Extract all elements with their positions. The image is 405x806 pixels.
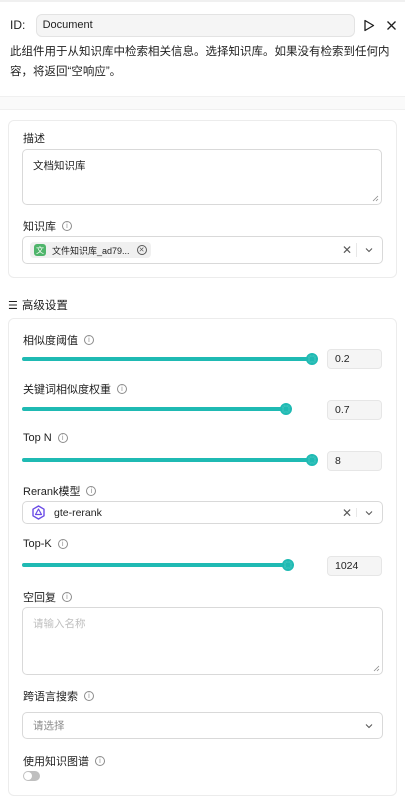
similarity-slider[interactable] xyxy=(22,353,318,365)
kb-tag: 文 文件知识库_ad79... ✕ xyxy=(30,242,151,258)
kb-select[interactable]: 文 文件知识库_ad79... ✕ ✕ xyxy=(22,236,383,264)
slider-track xyxy=(22,357,312,361)
info-icon[interactable]: i xyxy=(62,592,72,602)
slider-handle[interactable] xyxy=(280,403,292,415)
chevron-down-icon[interactable] xyxy=(364,245,374,255)
slider-handle[interactable] xyxy=(282,559,294,571)
close-icon[interactable] xyxy=(382,16,400,34)
chevron-down-icon[interactable] xyxy=(364,721,374,731)
desc-textarea-value: 文档知识库 xyxy=(33,160,86,172)
knowledge-graph-toggle[interactable] xyxy=(23,771,40,781)
select-divider xyxy=(356,508,357,517)
keyword-weight-slider[interactable] xyxy=(22,403,292,415)
info-icon[interactable]: i xyxy=(86,486,97,496)
slider-track xyxy=(22,458,312,462)
topn-input[interactable]: 8 xyxy=(327,451,382,471)
similarity-input[interactable]: 0.2 xyxy=(327,349,382,369)
info-icon[interactable]: i xyxy=(57,433,68,443)
component-description: 此组件用于从知识库中检索相关信息。选择知识库。如果没有检索到任何内容，将返回“空… xyxy=(10,46,390,78)
kb-label: 知识库 i xyxy=(23,218,72,234)
top-divider xyxy=(0,0,405,2)
clear-icon[interactable]: ✕ xyxy=(342,506,352,520)
slider-track xyxy=(22,563,288,567)
advanced-settings-title[interactable]: ☰ 高级设置 xyxy=(8,297,68,313)
cross-language-label: 跨语言搜索 i xyxy=(23,688,94,704)
select-divider xyxy=(356,243,357,257)
desc-label: 描述 xyxy=(23,133,45,145)
kb-tag-label: 文件知识库_ad79... xyxy=(52,245,130,256)
empty-response-textarea[interactable]: 请输入名称 xyxy=(22,607,383,675)
knowledge-graph-label: 使用知识图谱 i xyxy=(23,753,105,769)
info-icon[interactable]: i xyxy=(117,384,127,394)
slider-handle[interactable] xyxy=(306,353,318,365)
resize-grip-icon[interactable] xyxy=(373,665,380,672)
rerank-select[interactable]: gte-rerank ✕ xyxy=(22,501,383,524)
topk-slider[interactable] xyxy=(22,559,294,571)
keyword-weight-label: 关键词相似度权重 i xyxy=(23,381,127,397)
tag-remove-icon[interactable]: ✕ xyxy=(136,245,147,255)
info-icon[interactable]: i xyxy=(84,335,94,345)
list-settings-icon: ☰ xyxy=(8,299,18,312)
info-icon[interactable]: i xyxy=(84,691,94,701)
qwen-model-icon xyxy=(32,505,45,520)
run-icon[interactable] xyxy=(361,16,379,34)
id-row: ID: Document xyxy=(10,13,400,37)
id-input[interactable]: Document xyxy=(35,13,355,37)
slider-handle[interactable] xyxy=(306,454,318,466)
topn-label: Top Ni xyxy=(23,432,68,444)
empty-response-label: 空回复 i xyxy=(23,589,72,605)
id-label: ID: xyxy=(10,18,26,32)
cross-language-select[interactable]: 请选择 xyxy=(22,712,383,739)
cross-language-placeholder: 请选择 xyxy=(33,720,65,732)
info-icon[interactable]: i xyxy=(62,221,72,231)
empty-response-placeholder: 请输入名称 xyxy=(33,618,86,630)
resize-grip-icon[interactable] xyxy=(372,195,379,202)
topn-slider[interactable] xyxy=(22,454,318,466)
rerank-label: Rerank模型 i xyxy=(23,483,97,499)
rerank-value: gte-rerank xyxy=(54,506,102,519)
similarity-label: 相似度阈值 i xyxy=(23,332,94,348)
desc-textarea[interactable]: 文档知识库 xyxy=(22,149,382,205)
info-icon[interactable]: i xyxy=(57,539,68,549)
slider-track xyxy=(22,407,286,411)
info-icon[interactable]: i xyxy=(95,756,105,766)
document-kb-icon: 文 xyxy=(34,244,46,256)
keyword-weight-input[interactable]: 0.7 xyxy=(327,400,382,420)
section-separator xyxy=(0,96,405,110)
clear-icon[interactable]: ✕ xyxy=(342,243,352,257)
topk-label: Top-K i xyxy=(23,538,68,550)
chevron-down-icon[interactable] xyxy=(364,508,374,518)
topk-input[interactable]: 1024 xyxy=(327,556,382,576)
